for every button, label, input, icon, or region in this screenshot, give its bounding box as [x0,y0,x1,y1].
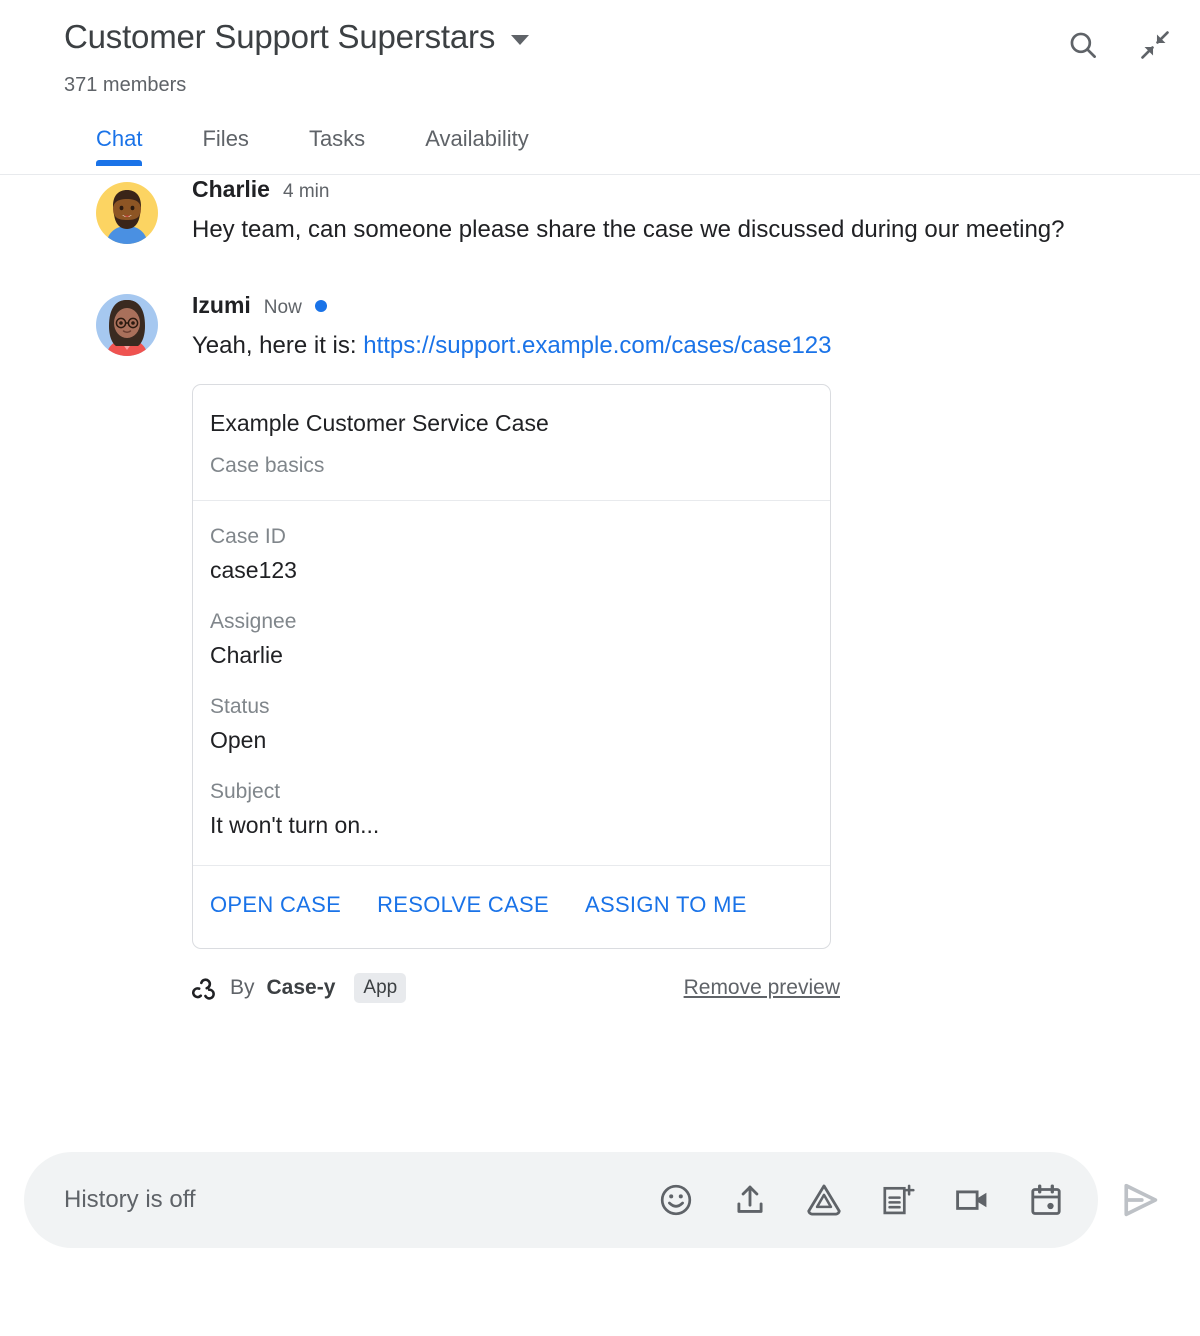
room-title-row[interactable]: Customer Support Superstars [64,18,530,56]
webhook-icon [192,978,215,1000]
chevron-down-icon[interactable] [511,35,530,45]
message-text: Hey team, can someone please share the c… [192,216,1065,243]
open-case-button[interactable]: OPEN CASE [210,892,341,918]
header-actions [1066,28,1172,62]
tab-files[interactable]: Files [202,118,248,152]
card-fields: Case ID case123 Assignee Charlie Status … [193,501,830,866]
field-assignee: Assignee Charlie [210,610,813,669]
assign-to-me-button[interactable]: ASSIGN TO ME [585,892,747,918]
message-izumi: Izumi Now Yeah, here it is: https://supp… [0,292,1200,362]
card-header: Example Customer Service Case Case basic… [193,385,830,501]
send-button[interactable] [1118,1178,1162,1222]
message-header-charlie: Charlie 4 min [96,176,1160,203]
field-value: Charlie [210,641,283,668]
app-badge: App [354,972,407,1003]
collapse-arrows-icon[interactable] [1138,28,1172,62]
card-subtitle: Case basics [210,453,325,477]
avatar-izumi[interactable] [96,294,158,357]
field-value: It won't turn on... [210,811,380,838]
compose-bar [24,1152,1098,1248]
tab-availability[interactable]: Availability [425,118,529,152]
field-label: Assignee [210,609,297,633]
card-title: Example Customer Service Case [210,410,549,437]
message-author: Charlie [192,176,270,202]
new-document-icon[interactable] [880,1182,916,1218]
tab-bar: Chat Files Tasks Availability [0,118,1200,175]
card-attribution: By Case-y App Remove preview [192,972,840,1003]
message-author: Izumi [192,292,251,319]
field-case-id: Case ID case123 [210,525,813,584]
message-header-izumi: Izumi Now [96,292,1160,319]
field-status: Status Open [210,695,813,754]
remove-preview-button[interactable]: Remove preview [684,976,840,1000]
calendar-icon[interactable] [1028,1182,1064,1218]
page-title: Customer Support Superstars [64,18,496,55]
unread-indicator-dot [314,299,327,312]
member-count: 371 members [64,74,187,96]
avatar-charlie[interactable] [96,182,158,244]
field-label: Status [210,694,270,718]
tab-tasks[interactable]: Tasks [309,118,365,152]
emoji-icon[interactable] [658,1182,694,1218]
video-call-icon[interactable] [954,1182,990,1218]
field-value: Open [210,726,267,753]
search-icon[interactable] [1066,28,1100,62]
drive-icon[interactable] [806,1182,842,1218]
chat-header: Customer Support Superstars 371 members [0,0,1200,118]
message-timestamp: 4 min [282,181,330,202]
message-timestamp: Now [263,297,302,319]
field-value: case123 [210,556,297,583]
tab-chat[interactable]: Chat [96,118,143,166]
attribution-by-text: By [230,975,255,999]
message-input[interactable] [58,1186,638,1214]
case-preview-card: Example Customer Service Case Case basic… [192,384,831,949]
compose-icon-row [658,1182,1064,1218]
upload-icon[interactable] [732,1182,768,1218]
field-label: Case ID [210,524,286,548]
message-charlie: Charlie 4 min Hey team, can someone plea… [0,176,1200,246]
message-text-prefix: Yeah, here it is: [192,332,364,360]
resolve-case-button[interactable]: RESOLVE CASE [377,892,549,918]
attribution-app-name: Case-y [266,975,336,999]
attribution-left: By Case-y App [192,972,407,1003]
case-url-link[interactable]: https://support.example.com/cases/case12… [363,332,831,359]
field-label: Subject [210,779,281,803]
message-list: Charlie 4 min Hey team, can someone plea… [0,176,1200,1003]
message-text: Yeah, here it is: https://support.exampl… [192,329,1160,362]
field-subject: Subject It won't turn on... [210,780,813,839]
card-actions: OPEN CASE RESOLVE CASE ASSIGN TO ME [193,866,830,948]
